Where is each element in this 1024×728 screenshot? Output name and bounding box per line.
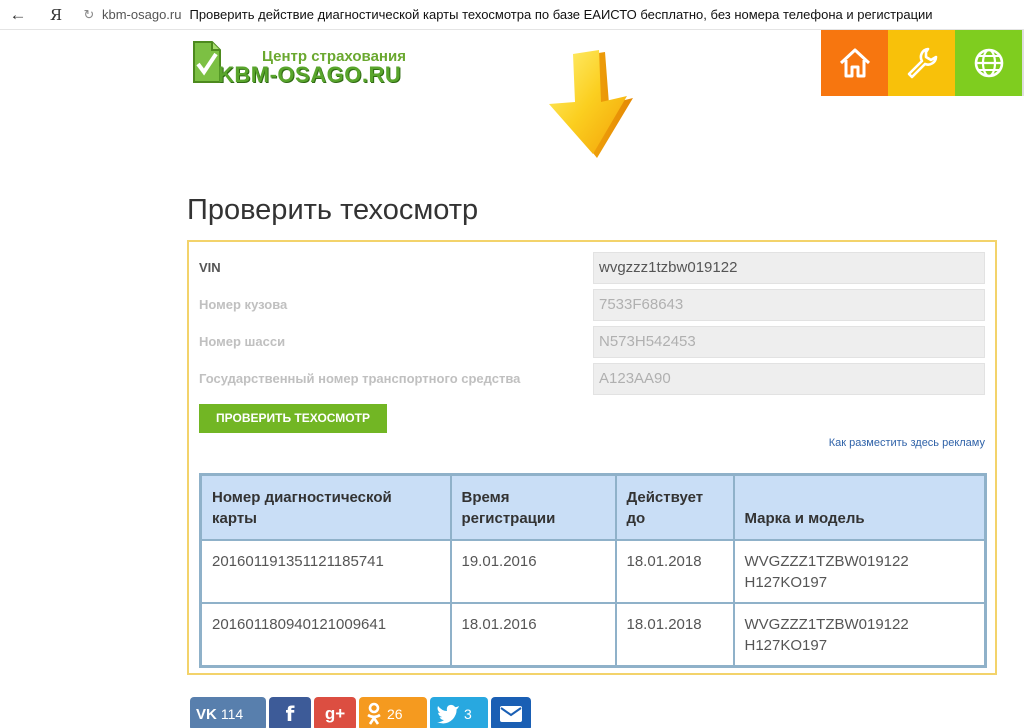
- browser-address-bar: ← Я ↻ kbm-osago.ru Проверить действие ди…: [0, 0, 1024, 30]
- body-number-row: Номер кузова 7533F68643: [199, 289, 989, 321]
- vin-row: VIN wvgzzz1tzbw019122: [199, 252, 989, 284]
- social-share-bar: VK 114 f g+ 26 3: [190, 697, 531, 728]
- vk-share-count: 114: [220, 706, 244, 722]
- results-table: Номер диагностической карты Время регист…: [199, 473, 987, 668]
- odnoklassniki-share-button[interactable]: 26: [359, 697, 427, 728]
- odnoklassniki-icon: [367, 702, 381, 725]
- mail-icon: [500, 706, 522, 722]
- results-header-row: Номер диагностической карты Время регист…: [199, 473, 987, 541]
- card-number-cell: 201601180940121009641: [199, 602, 452, 667]
- table-row: 201601180940121009641 18.01.2016 18.01.2…: [199, 602, 987, 667]
- header-nav-tiles: [821, 30, 1022, 96]
- home-icon: [839, 48, 870, 78]
- twitter-share-button[interactable]: 3: [430, 697, 488, 728]
- page-title: Проверить техосмотр: [187, 194, 479, 226]
- body-number-label: Номер кузова: [199, 297, 288, 312]
- col-make-model: Марка и модель: [732, 473, 987, 541]
- col-valid-until: Действует до: [614, 473, 735, 541]
- facebook-icon: f: [285, 702, 295, 726]
- ok-share-count: 26: [387, 706, 403, 722]
- make-model-cell: WVGZZZ1TZBW019122 H127KO197: [732, 602, 987, 667]
- site-logo[interactable]: Центр страхования KBM-OSAGO.RU: [192, 40, 432, 88]
- facebook-share-button[interactable]: f: [269, 697, 311, 728]
- plate-number-row: Государственный номер транспортного сред…: [199, 363, 989, 395]
- registration-time-cell: 18.01.2016: [449, 602, 617, 667]
- plate-number-label: Государственный номер транспортного сред…: [199, 371, 521, 386]
- vin-label: VIN: [199, 260, 221, 275]
- browser-domain[interactable]: kbm-osago.ru: [102, 7, 181, 22]
- reload-icon[interactable]: ↻: [76, 7, 102, 23]
- table-row: 201601191351121185741 19.01.2016 18.01.2…: [199, 539, 987, 604]
- down-arrow-icon: [549, 50, 633, 158]
- mail-share-button[interactable]: [491, 697, 531, 728]
- back-arrow-icon[interactable]: ←: [0, 5, 36, 25]
- vin-input[interactable]: wvgzzz1tzbw019122: [593, 252, 985, 284]
- google-plus-icon: g+: [324, 704, 346, 723]
- card-number-cell: 201601191351121185741: [199, 539, 452, 604]
- logo-wordmark: KBM-OSAGO.RU: [218, 62, 402, 87]
- check-inspection-button[interactable]: ПРОВЕРИТЬ ТЕХОСМОТР: [199, 404, 387, 433]
- vk-share-button[interactable]: VK 114: [190, 697, 266, 728]
- col-card-number: Номер диагностической карты: [199, 473, 452, 541]
- check-form-panel: VIN wvgzzz1tzbw019122 Номер кузова 7533F…: [187, 240, 997, 675]
- advertise-link[interactable]: Как разместить здесь рекламу: [829, 437, 985, 449]
- valid-until-cell: 18.01.2018: [614, 602, 735, 667]
- globe-tile[interactable]: [955, 30, 1022, 96]
- chassis-number-label: Номер шасси: [199, 334, 286, 349]
- globe-icon: [974, 48, 1003, 78]
- chassis-number-input[interactable]: N573H542453: [593, 326, 985, 358]
- chassis-number-row: Номер шасси N573H542453: [199, 326, 989, 358]
- google-plus-share-button[interactable]: g+: [314, 697, 356, 728]
- twitter-icon: [437, 704, 459, 724]
- body-number-input[interactable]: 7533F68643: [593, 289, 985, 321]
- twitter-share-count: 3: [464, 706, 472, 722]
- plate-number-input[interactable]: A123AA90: [593, 363, 985, 395]
- registration-time-cell: 19.01.2016: [449, 539, 617, 604]
- tools-tile[interactable]: [888, 30, 955, 96]
- vk-icon: VK: [196, 705, 217, 723]
- browser-page-title: Проверить действие диагностической карты…: [189, 7, 933, 22]
- yandex-icon[interactable]: Я: [36, 6, 76, 24]
- wrench-icon: [907, 47, 937, 79]
- valid-until-cell: 18.01.2018: [614, 539, 735, 604]
- home-tile[interactable]: [821, 30, 888, 96]
- col-registration-time: Время регистрации: [449, 473, 617, 541]
- make-model-cell: WVGZZZ1TZBW019122 H127KO197: [732, 539, 987, 604]
